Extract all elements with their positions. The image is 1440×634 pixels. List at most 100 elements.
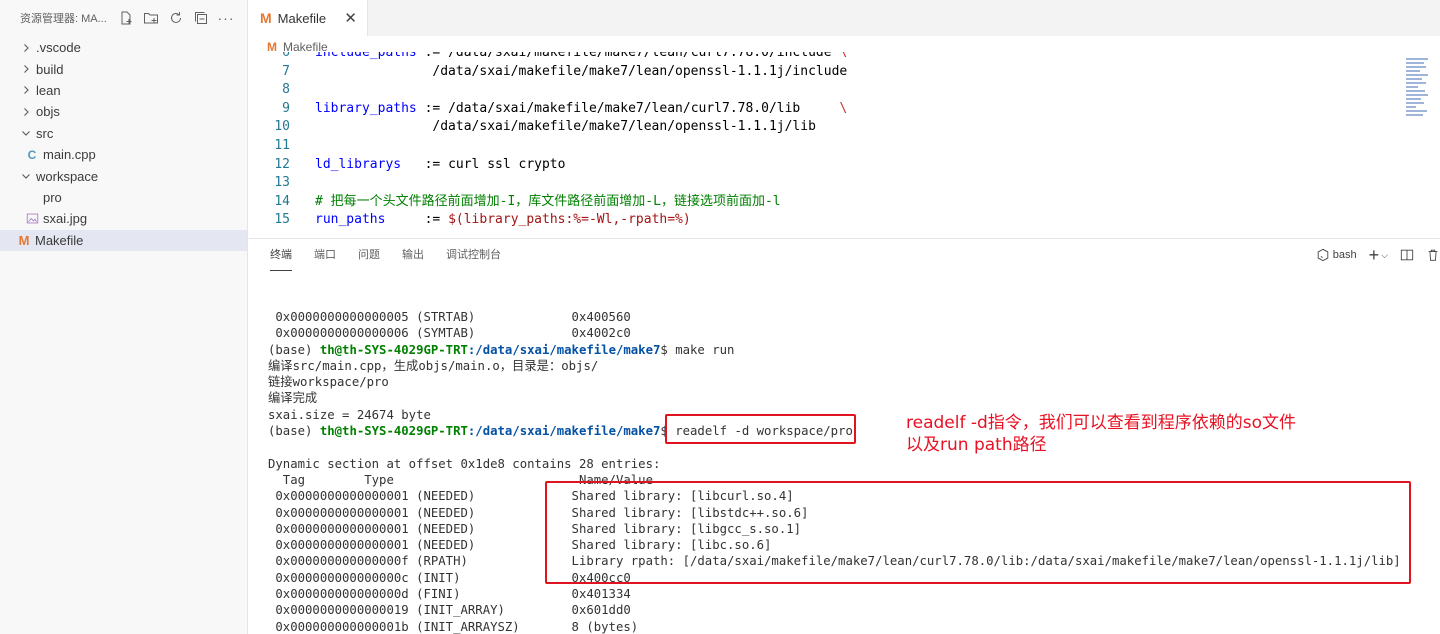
tree-item-makefile[interactable]: M Makefile — [0, 229, 247, 251]
split-icon — [1400, 249, 1414, 261]
command-highlight-box — [665, 414, 856, 444]
refresh-icon[interactable] — [168, 10, 184, 26]
tree-item-label: main.cpp — [43, 147, 96, 163]
chevron-down-icon — [18, 125, 34, 141]
code-text: # 把每一个头文件路径前面增加-I，库文件路径前面增加-L，链接选项前面加-l — [315, 193, 781, 212]
file-icon — [24, 189, 40, 205]
code-line: 9 library_paths := /data/sxai/makefile/ma… — [249, 100, 1399, 119]
terminal-line: Dynamic section at offset 0x1de8 contain… — [268, 456, 661, 471]
code-function: $(library_paths:%=-Wl,-rpath=%) — [448, 212, 691, 228]
code-line: 8 — [249, 81, 1399, 100]
prompt-host: th@th-SYS-4029GP-TRT — [319, 424, 468, 439]
panel-tab-2[interactable]: 问题 — [358, 239, 380, 271]
chevron-down-icon: ⌵ — [1381, 249, 1388, 260]
explorer-sidebar: 资源管理器: MA... ··· .vscode build lean objs src… — [0, 0, 248, 634]
terminal-line: 0x0000000000000006 (SYMTAB) 0x4002c0 — [268, 326, 631, 341]
tree-item-src[interactable]: src — [0, 123, 247, 144]
chevron-right-icon — [18, 82, 34, 98]
tree-item-lean[interactable]: lean — [0, 80, 247, 101]
code-variable: library_paths — [315, 100, 417, 116]
editor-tabbar: M Makefile ✕ — [249, 0, 1440, 36]
code-editor[interactable]: 6 include_paths := /data/sxai/makefile/ma… — [249, 52, 1399, 238]
code-value: /data/sxai/makefile/make7/lean/curl7.78.… — [448, 100, 801, 116]
code-operator: := — [385, 212, 449, 228]
panel-tab-0[interactable]: 终端 — [270, 239, 292, 271]
output-highlight-box — [545, 481, 1411, 584]
terminal-line: 编译src/main.cpp，生成objs/main.o，目录是：objs/ — [268, 358, 599, 373]
line-number: 12 — [274, 156, 290, 172]
code-line: 12 ld_librarys := curl ssl crypto — [249, 156, 1399, 175]
code-line: 6 include_paths := /data/sxai/makefile/ma… — [249, 52, 1399, 63]
code-value: /data/sxai/makefile/make7/lean/openssl-1… — [432, 63, 848, 79]
new-terminal-button[interactable]: + ⌵ — [1369, 245, 1388, 266]
code-value: /data/sxai/makefile/make7/lean/curl7.78.… — [448, 52, 832, 60]
prompt-base: (base) — [268, 424, 320, 439]
terminal-line: 0x000000000000001b (INIT_ARRAYSZ) 8 (byt… — [268, 619, 639, 634]
tree-item-objs[interactable]: objs — [0, 101, 247, 122]
code-line: 10 /data/sxai/makefile/make7/lean/openss… — [249, 118, 1399, 137]
code-text: /data/sxai/makefile/make7/lean/openssl-1… — [315, 63, 847, 82]
line-number: 11 — [274, 137, 290, 153]
tree-item-main-cpp[interactable]: Cmain.cpp — [0, 144, 247, 165]
prompt-dir: :/data/sxai/makefile/make7 — [467, 342, 661, 357]
trash-icon — [1428, 249, 1438, 261]
code-comment: # 把每一个头文件路径前面增加-I，库文件路径前面增加-L，链接选项前面加-l — [315, 193, 781, 209]
code-text: include_paths := /data/sxai/makefile/mak… — [315, 52, 847, 63]
code-line: 7 /data/sxai/makefile/make7/lean/openssl… — [249, 63, 1399, 82]
cpp-file-icon: C — [27, 147, 37, 162]
maximize-panel-button[interactable] — [1426, 248, 1440, 262]
new-file-icon[interactable] — [118, 10, 134, 26]
tree-item-label: src — [36, 125, 54, 141]
terminal-output[interactable]: 0x0000000000000005 (STRTAB) 0x400560 0x0… — [268, 309, 1401, 634]
code-line: 15 run_paths := $(library_paths:%=-Wl,-rp… — [249, 211, 1399, 230]
annotation-note: readelf -d指令，我们可以查看到程序依赖的so文件 以及run path… — [906, 412, 1296, 456]
code-line: 14 # 把每一个头文件路径前面增加-I，库文件路径前面增加-L，链接选项前面加-… — [249, 193, 1399, 212]
file-tree: .vscode build lean objs src Cmain.cpp workspac… — [0, 37, 247, 251]
tab-label: Makefile — [277, 10, 327, 26]
code-operator — [315, 64, 432, 79]
tree-item-vscode[interactable]: .vscode — [0, 37, 247, 58]
image-file-icon — [24, 211, 40, 227]
minimap[interactable] — [1406, 58, 1428, 128]
code-operator: := — [416, 52, 449, 60]
close-icon[interactable]: ✕ — [344, 9, 357, 27]
makefile-icon: M — [260, 10, 272, 26]
tree-item-label: build — [36, 61, 64, 77]
terminal-line: 0x0000000000000019 (INIT_ARRAY) 0x601dd0 — [268, 603, 631, 618]
line-number: 9 — [282, 100, 290, 116]
code-line: 13 — [249, 174, 1399, 193]
code-continuation: \ — [831, 52, 848, 60]
tab-makefile[interactable]: M Makefile ✕ — [249, 0, 368, 36]
line-number: 13 — [274, 175, 290, 191]
more-actions-icon[interactable]: ··· — [218, 10, 234, 26]
panel-tab-3[interactable]: 输出 — [402, 239, 424, 271]
panel-tab-4[interactable]: 调试控制台 — [446, 239, 501, 271]
code-variable: ld_librarys — [315, 156, 402, 172]
tree-item-sxai-jpg[interactable]: sxai.jpg — [0, 208, 247, 229]
tree-item-build[interactable]: build — [0, 58, 247, 79]
collapse-all-icon[interactable] — [193, 10, 209, 26]
tree-item-label: Makefile — [35, 232, 84, 248]
panel-tab-1[interactable]: 端口 — [314, 239, 336, 271]
split-terminal-button[interactable] — [1400, 248, 1414, 262]
terminal-shell-selector[interactable]: bash — [1316, 248, 1357, 262]
code-operator: := — [401, 156, 449, 172]
explorer-title: 资源管理器: MA... — [20, 13, 107, 25]
tree-item-label: .vscode — [36, 40, 81, 56]
tree-item-pro[interactable]: pro — [0, 187, 247, 208]
annotation-line-2: 以及run path路径 — [906, 435, 1047, 455]
tree-item-workspace[interactable]: workspace — [0, 165, 247, 186]
line-number: 15 — [274, 212, 290, 228]
code-variable: include_paths — [315, 52, 417, 60]
prompt-host: th@th-SYS-4029GP-TRT — [319, 342, 468, 357]
code-text: /data/sxai/makefile/make7/lean/openssl-1… — [315, 118, 816, 137]
line-number: 14 — [274, 193, 290, 209]
explorer-header: 资源管理器: MA... ··· — [0, 0, 247, 36]
chevron-down-icon — [18, 168, 34, 184]
code-variable: run_paths — [315, 212, 386, 228]
prompt-dir: :/data/sxai/makefile/make7 — [467, 424, 661, 439]
new-folder-icon[interactable] — [143, 10, 159, 26]
line-number: 7 — [282, 63, 290, 79]
bash-icon — [1317, 248, 1329, 262]
terminal-prompt-line: (base) th@th-SYS-4029GP-TRT:/data/sxai/m… — [268, 342, 1401, 358]
